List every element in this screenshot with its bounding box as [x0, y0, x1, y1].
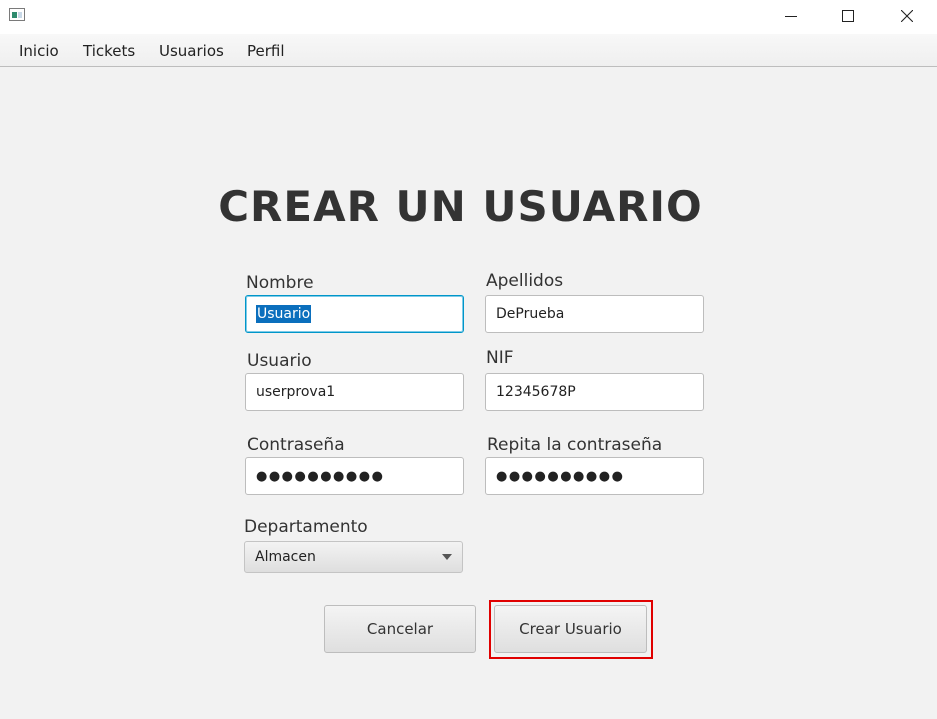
nif-input-value: 12345678P — [496, 384, 576, 400]
repita-contrasena-input-value: ●●●●●●●●●● — [496, 468, 625, 484]
menu-bar: Inicio Tickets Usuarios Perfil — [0, 34, 937, 67]
menu-item-inicio[interactable]: Inicio — [19, 42, 59, 60]
app-window-icon — [9, 8, 25, 21]
departamento-select[interactable]: Almacen — [244, 541, 463, 573]
nombre-input[interactable]: Usuario — [245, 295, 464, 333]
minimize-icon — [785, 16, 797, 17]
nif-input[interactable]: 12345678P — [485, 373, 704, 411]
title-bar — [0, 0, 937, 34]
apellidos-input-value: DePrueba — [496, 306, 565, 322]
close-icon — [901, 10, 913, 22]
minimize-button[interactable] — [768, 0, 814, 32]
page-title: CREAR UN USUARIO — [218, 182, 703, 231]
departamento-selected-value: Almacen — [255, 549, 316, 565]
departamento-label: Departamento — [244, 517, 368, 537]
create-user-button[interactable]: Crear Usuario — [494, 605, 647, 653]
menu-item-usuarios[interactable]: Usuarios — [159, 42, 224, 60]
maximize-button[interactable] — [825, 0, 871, 32]
maximize-icon — [842, 10, 854, 22]
nombre-label: Nombre — [246, 273, 314, 293]
chevron-down-icon — [442, 554, 452, 560]
repita-contrasena-label: Repita la contraseña — [487, 435, 663, 455]
apellidos-input[interactable]: DePrueba — [485, 295, 704, 333]
contrasena-input-value: ●●●●●●●●●● — [256, 468, 385, 484]
repita-contrasena-input[interactable]: ●●●●●●●●●● — [485, 457, 704, 495]
cancel-button[interactable]: Cancelar — [324, 605, 476, 653]
usuario-input-value: userprova1 — [256, 384, 336, 400]
menu-item-perfil[interactable]: Perfil — [247, 42, 285, 60]
apellidos-label: Apellidos — [486, 271, 564, 291]
menu-item-tickets[interactable]: Tickets — [83, 42, 135, 60]
usuario-label: Usuario — [247, 351, 312, 371]
contrasena-label: Contraseña — [247, 435, 345, 455]
nombre-input-value: Usuario — [256, 305, 312, 323]
contrasena-input[interactable]: ●●●●●●●●●● — [245, 457, 464, 495]
close-button[interactable] — [884, 0, 930, 32]
nif-label: NIF — [486, 348, 514, 368]
usuario-input[interactable]: userprova1 — [245, 373, 464, 411]
